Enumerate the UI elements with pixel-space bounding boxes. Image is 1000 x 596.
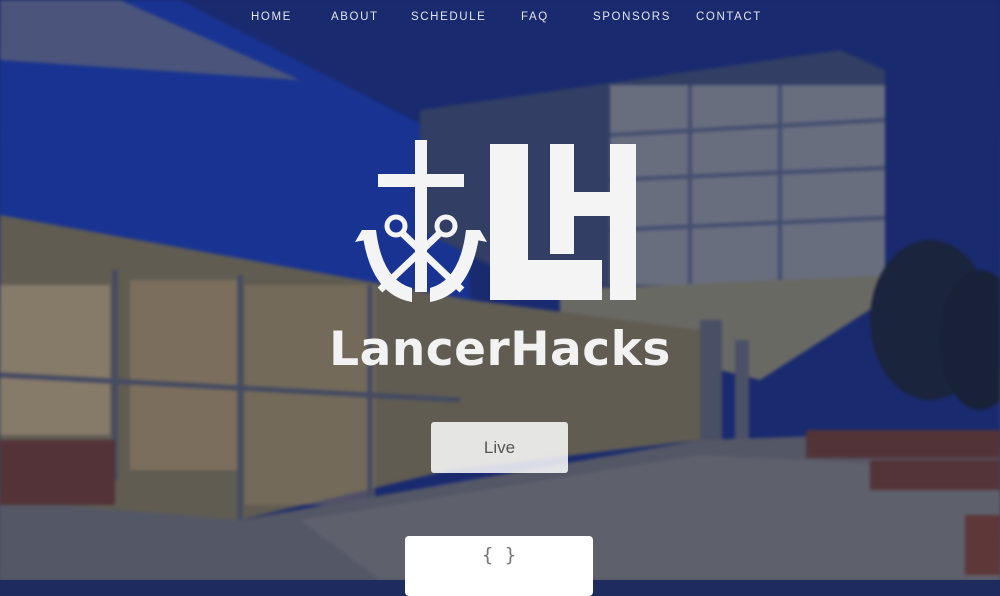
top-nav: HOME ABOUT SCHEDULE FAQ SPONSORS CONTACT bbox=[0, 0, 1000, 38]
nav-item-faq[interactable]: FAQ bbox=[521, 11, 549, 23]
code-braces-card: { } bbox=[405, 536, 593, 596]
nav-item-schedule[interactable]: SCHEDULE bbox=[411, 11, 486, 23]
nav-item-sponsors[interactable]: SPONSORS bbox=[593, 11, 671, 23]
lancerhacks-logo bbox=[355, 140, 636, 302]
anchor-cross-icon bbox=[355, 140, 487, 302]
live-button[interactable]: Live bbox=[431, 422, 568, 473]
nav-item-about[interactable]: ABOUT bbox=[331, 11, 379, 23]
code-braces-text: { } bbox=[481, 544, 517, 566]
nav-item-contact[interactable]: CONTACT bbox=[696, 11, 762, 23]
nav-item-home[interactable]: HOME bbox=[251, 11, 292, 23]
lh-monogram-icon bbox=[490, 144, 636, 300]
brand-title: LancerHacks bbox=[329, 322, 671, 377]
